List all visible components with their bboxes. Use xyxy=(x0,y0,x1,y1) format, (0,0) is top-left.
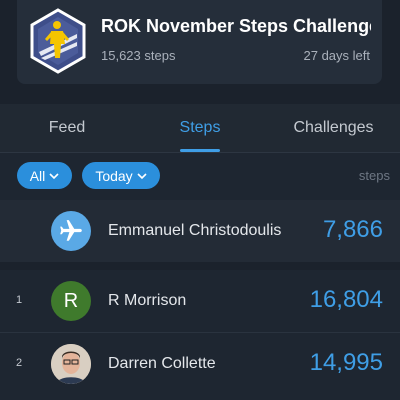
avatar: R xyxy=(51,281,91,321)
current-user-row[interactable]: Emmanuel Christodoulis 7,866 xyxy=(0,200,400,262)
challenge-steps: 15,623 steps xyxy=(101,48,176,63)
leaderboard-row[interactable]: 2 Darren Collette 14,995 xyxy=(0,332,400,395)
participant-step-count: 16,804 xyxy=(309,286,383,313)
chevron-down-icon xyxy=(137,172,147,179)
airplane-icon xyxy=(60,220,82,241)
period-filter-dropdown[interactable]: Today xyxy=(82,162,160,189)
tab-steps[interactable]: Steps xyxy=(133,119,267,137)
scope-filter-label: All xyxy=(29,167,46,184)
rank-number: 1 xyxy=(16,294,23,306)
avatar xyxy=(51,211,91,251)
divider xyxy=(0,262,400,270)
scope-filter-dropdown[interactable]: All xyxy=(17,162,72,189)
leaderboard-row[interactable]: 1 R R Morrison 16,804 xyxy=(0,270,400,332)
chevron-down-icon xyxy=(49,172,59,179)
challenge-badge-icon xyxy=(30,8,86,74)
participant-name: Darren Collette xyxy=(108,355,216,372)
steps-column-label: steps xyxy=(358,168,390,183)
avatar xyxy=(51,344,91,384)
rank-number: 2 xyxy=(16,357,23,369)
challenge-card[interactable]: ROK November Steps Challenge ... 15,623 … xyxy=(17,0,382,84)
participant-step-count: 14,995 xyxy=(309,349,383,376)
period-filter-label: Today xyxy=(95,167,133,184)
challenge-title: ROK November Steps Challenge ... xyxy=(101,16,371,36)
tab-challenges[interactable]: Challenges xyxy=(267,119,400,137)
tab-feed[interactable]: Feed xyxy=(0,119,134,137)
user-step-count: 7,866 xyxy=(322,216,383,243)
profile-photo xyxy=(51,344,91,384)
active-tab-indicator xyxy=(180,149,220,152)
participant-name: R Morrison xyxy=(108,292,187,309)
challenge-days-left: 27 days left xyxy=(303,48,371,63)
user-name: Emmanuel Christodoulis xyxy=(108,222,282,239)
tab-bar: Feed Steps Challenges xyxy=(0,104,400,153)
